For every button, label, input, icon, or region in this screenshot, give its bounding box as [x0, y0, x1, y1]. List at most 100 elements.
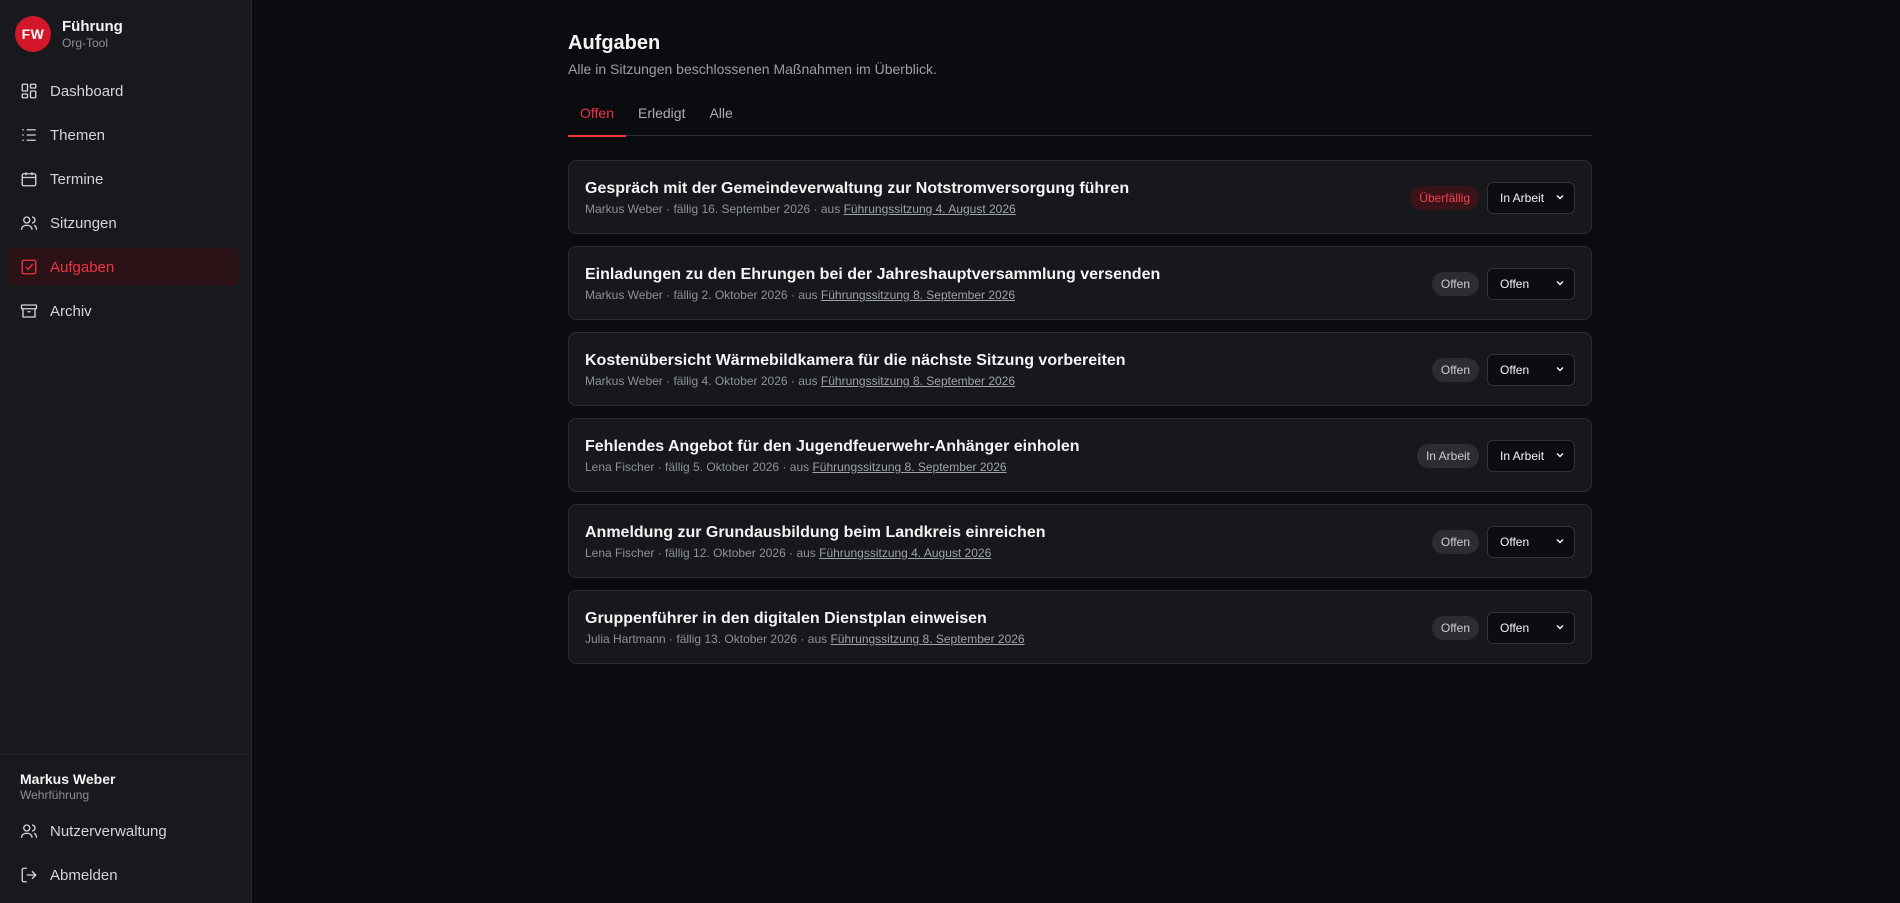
task-title: Fehlendes Angebot für den Jugendfeuerweh… [585, 438, 1080, 455]
session-link[interactable]: Führungssitzung 4. August 2026 [819, 546, 991, 560]
status-select-value: In Arbeit [1500, 449, 1545, 463]
task-meta: Lena Fischer · fällig 5. Oktober 2026 · … [585, 459, 1007, 475]
chevron-down-icon [1554, 277, 1566, 292]
sidebar-item-aufgaben[interactable]: Aufgaben [8, 248, 239, 286]
task-list: Gespräch mit der Gemeindeverwaltung zur … [568, 160, 1592, 664]
sidebar-item-label: Themen [50, 126, 106, 144]
sidebar-item-termine[interactable]: Termine [8, 160, 239, 198]
tabs: Offen Erledigt Alle [568, 104, 1592, 137]
brand[interactable]: FW Führung Org-Tool [15, 16, 123, 52]
task-meta: Markus Weber · fällig 4. Oktober 2026 · … [585, 373, 1015, 389]
task-actions: In Arbeit In Arbeit [1416, 440, 1575, 472]
task-meta: Markus Weber · fällig 16. September 2026… [585, 201, 1016, 217]
task-card: Kostenübersicht Wärmebildkamera für die … [568, 332, 1592, 406]
page-subtitle: Alle in Sitzungen beschlossenen Maßnahme… [568, 61, 937, 77]
task-meta-text: Lena Fischer · fällig 12. Oktober 2026 ·… [585, 546, 820, 560]
task-title: Gespräch mit der Gemeindeverwaltung zur … [585, 180, 1130, 197]
brand-title: Führung [62, 17, 123, 35]
status-select[interactable]: In Arbeit [1487, 182, 1575, 214]
sidebar-item-label: Nutzerverwaltung [50, 822, 167, 840]
task-meta: Julia Hartmann · fällig 13. Oktober 2026… [585, 631, 1025, 647]
status-select-value: Offen [1500, 621, 1530, 635]
status-select[interactable]: Offen [1487, 526, 1575, 558]
task-card: Gespräch mit der Gemeindeverwaltung zur … [568, 160, 1592, 234]
sidebar-item-label: Abmelden [50, 866, 118, 884]
user-name: Markus Weber [20, 771, 116, 787]
task-meta-text: Markus Weber · fällig 4. Oktober 2026 · … [585, 374, 821, 388]
sidebar-item-archiv[interactable]: Archiv [8, 292, 239, 330]
brand-text: Führung Org-Tool [62, 18, 123, 51]
users-icon [20, 214, 38, 232]
task-card: Fehlendes Angebot für den Jugendfeuerweh… [568, 418, 1592, 492]
chevron-down-icon [1554, 191, 1566, 206]
session-link[interactable]: Führungssitzung 8. September 2026 [830, 632, 1024, 646]
session-link[interactable]: Führungssitzung 8. September 2026 [812, 460, 1006, 474]
task-actions: Offen Offen [1431, 612, 1575, 644]
footer-nav: Nutzerverwaltung Abmelden [8, 812, 239, 900]
status-select[interactable]: Offen [1487, 268, 1575, 300]
brand-subtitle: Org-Tool [62, 35, 109, 50]
sidebar-item-label: Termine [50, 170, 104, 188]
tab-erledigt[interactable]: Erledigt [626, 104, 697, 136]
chevron-down-icon [1554, 621, 1566, 636]
status-select-value: Offen [1500, 277, 1530, 291]
task-meta-text: Lena Fischer · fällig 5. Oktober 2026 · … [585, 460, 813, 474]
user-info: Markus Weber Wehrführung [0, 755, 251, 803]
dashboard-icon [20, 82, 38, 100]
session-link[interactable]: Führungssitzung 8. September 2026 [821, 288, 1015, 302]
archive-icon [20, 302, 38, 320]
sidebar-item-sitzungen[interactable]: Sitzungen [8, 204, 239, 242]
task-title: Gruppenführer in den digitalen Dienstpla… [585, 610, 987, 627]
task-actions: Überfällig In Arbeit [1410, 182, 1575, 214]
calendar-icon [20, 170, 38, 188]
sidebar-item-label: Archiv [50, 302, 92, 320]
user-role: Wehrführung [20, 788, 90, 802]
tab-alle[interactable]: Alle [697, 104, 744, 136]
status-badge: Überfällig [1410, 186, 1479, 210]
sidebar-item-label: Dashboard [50, 82, 124, 100]
task-actions: Offen Offen [1431, 354, 1575, 386]
chevron-down-icon [1554, 449, 1566, 464]
status-badge: Offen [1431, 530, 1479, 554]
task-meta: Markus Weber · fällig 2. Oktober 2026 · … [585, 287, 1015, 303]
tab-offen[interactable]: Offen [568, 104, 626, 137]
task-title: Einladungen zu den Ehrungen bei der Jahr… [585, 266, 1161, 283]
task-card: Einladungen zu den Ehrungen bei der Jahr… [568, 246, 1592, 320]
users-icon [20, 822, 38, 840]
status-select[interactable]: Offen [1487, 612, 1575, 644]
logout-icon [20, 866, 38, 884]
sidebar-item-themen[interactable]: Themen [8, 116, 239, 154]
page-title: Aufgaben [568, 32, 661, 54]
task-title: Anmeldung zur Grundausbildung beim Landk… [585, 524, 1046, 541]
sidebar-item-dashboard[interactable]: Dashboard [8, 72, 239, 110]
task-card: Anmeldung zur Grundausbildung beim Landk… [568, 504, 1592, 578]
task-title: Kostenübersicht Wärmebildkamera für die … [585, 352, 1126, 369]
task-actions: Offen Offen [1431, 526, 1575, 558]
chevron-down-icon [1554, 535, 1566, 550]
task-meta-text: Markus Weber · fällig 2. Oktober 2026 · … [585, 288, 821, 302]
session-link[interactable]: Führungssitzung 4. August 2026 [844, 202, 1016, 216]
task-meta-text: Julia Hartmann · fällig 13. Oktober 2026… [585, 632, 831, 646]
logout-button[interactable]: Abmelden [8, 856, 239, 894]
sidebar-nav: Dashboard Themen Termine Sitzungen Aufga… [8, 72, 239, 336]
status-badge: Offen [1431, 358, 1479, 382]
status-select[interactable]: In Arbeit [1487, 440, 1575, 472]
status-badge: In Arbeit [1416, 444, 1479, 468]
session-link[interactable]: Führungssitzung 8. September 2026 [821, 374, 1015, 388]
chevron-down-icon [1554, 363, 1566, 378]
sidebar: FW Führung Org-Tool Dashboard Themen Ter… [0, 0, 252, 903]
sidebar-item-label: Sitzungen [50, 214, 117, 232]
task-actions: Offen Offen [1431, 268, 1575, 300]
status-badge: Offen [1431, 616, 1479, 640]
sidebar-item-label: Aufgaben [50, 258, 115, 276]
status-select-value: Offen [1500, 535, 1530, 549]
list-icon [20, 126, 38, 144]
sidebar-footer: Markus Weber Wehrführung Nutzerverwaltun… [0, 754, 251, 884]
status-select[interactable]: Offen [1487, 354, 1575, 386]
status-badge: Offen [1431, 272, 1479, 296]
brand-logo: FW [15, 16, 51, 52]
task-meta: Lena Fischer · fällig 12. Oktober 2026 ·… [585, 545, 991, 561]
sidebar-item-nutzerverwaltung[interactable]: Nutzerverwaltung [8, 812, 239, 850]
status-select-value: In Arbeit [1500, 191, 1545, 205]
main-content: Aufgaben Alle in Sitzungen beschlossenen… [568, 30, 1592, 676]
